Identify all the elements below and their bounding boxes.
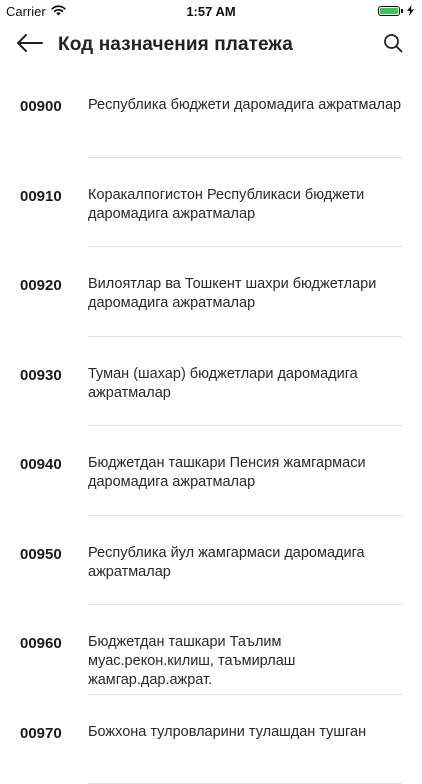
- list-item[interactable]: 00900 Республика бюджети даромадига ажра…: [0, 68, 422, 158]
- list-item[interactable]: 00950 Республика йул жамгармаси даромади…: [0, 516, 422, 606]
- payment-description: Коракалпогистон Республикаси бюджети дар…: [88, 186, 402, 224]
- list-item[interactable]: 00940 Бюджетдан ташкари Пенсия жамгармас…: [0, 426, 422, 516]
- navigation-bar: Код назначения платежа: [0, 22, 422, 68]
- status-time: 1:57 AM: [0, 4, 422, 19]
- payment-description: Республика бюджети даромадига ажратмалар: [88, 96, 402, 115]
- payment-description: Божхона тулровларини тулашдан тушган: [88, 723, 402, 742]
- list-item[interactable]: 00960 Бюджетдан ташкари Таълим муас.реко…: [0, 605, 422, 695]
- payment-code: 00920: [20, 277, 62, 294]
- payment-description: Бюджетдан ташкари Пенсия жамгармаси даро…: [88, 454, 402, 492]
- battery-icon: [378, 6, 400, 16]
- payment-code: 00930: [20, 367, 62, 384]
- payment-code: 00900: [20, 98, 62, 115]
- list-item[interactable]: 00910 Коракалпогистон Республикаси бюдже…: [0, 158, 422, 248]
- payment-description: Бюджетдан ташкари Таълим муас.рекон.кили…: [88, 633, 402, 690]
- list-item[interactable]: 00970 Божхона тулровларини тулашдан тушг…: [0, 695, 422, 784]
- list-item[interactable]: 00920 Вилоятлар ва Тошкент шахри бюджетл…: [0, 247, 422, 337]
- payment-description: Вилоятлар ва Тошкент шахри бюджетлари да…: [88, 275, 402, 313]
- search-button[interactable]: [378, 30, 408, 60]
- payment-description: Республика йул жамгармаси даромадига ажр…: [88, 544, 402, 582]
- back-arrow-icon: [17, 34, 43, 57]
- payment-code: 00960: [20, 635, 62, 652]
- payment-code: 00910: [20, 188, 62, 205]
- back-button[interactable]: [14, 30, 46, 60]
- search-icon: [383, 33, 403, 58]
- payment-code: 00940: [20, 456, 62, 473]
- payment-description: Туман (шахар) бюджетлари даромадига ажра…: [88, 365, 402, 403]
- battery-fill: [380, 8, 398, 14]
- payment-code-list: 00900 Республика бюджети даромадига ажра…: [0, 68, 422, 784]
- payment-code: 00970: [20, 725, 62, 742]
- status-bar: Carrier 1:57 AM: [0, 0, 422, 22]
- page-title: Код назначения платежа: [58, 34, 293, 56]
- list-item[interactable]: 00930 Туман (шахар) бюджетлари даромадиг…: [0, 337, 422, 427]
- payment-code: 00950: [20, 546, 62, 563]
